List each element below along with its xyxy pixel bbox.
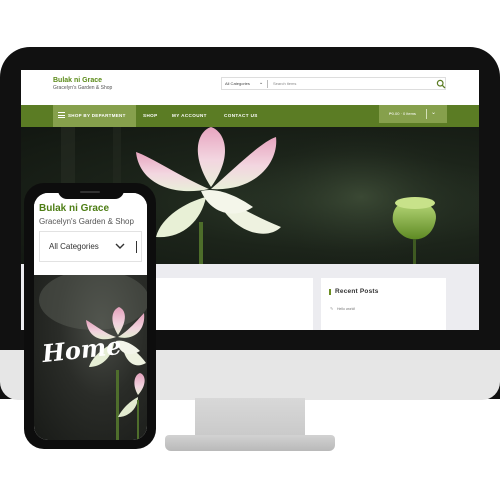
recent-posts-widget: Recent Posts ✎ Hello world!	[321, 278, 446, 330]
cart-button[interactable]: ₱0.00 · 0 items ⌄	[379, 105, 447, 123]
nav-contact-us[interactable]: CONTACT US	[224, 113, 258, 118]
search-input[interactable]: Search items	[273, 81, 296, 86]
mobile-site-tagline: Gracelyn's Garden & Shop	[39, 217, 134, 226]
site-title[interactable]: Bulak ni Grace	[53, 77, 102, 84]
mobile-hero: Home	[34, 275, 147, 440]
shop-by-department-button[interactable]: SHOP BY DEPARTMENT	[53, 105, 136, 127]
mobile-screen: Bulak ni Grace Gracelyn's Garden & Shop …	[34, 193, 147, 440]
chevron-down-icon	[115, 243, 125, 249]
hamburger-icon	[58, 112, 65, 118]
mobile-site-title[interactable]: Bulak ni Grace	[39, 203, 109, 214]
widget-title: Recent Posts	[335, 288, 379, 295]
mobile-category-select[interactable]: All Categories	[39, 231, 142, 262]
main-content-card	[153, 278, 313, 330]
chevron-down-icon: ⌄	[431, 110, 437, 116]
pin-icon: ✎	[330, 306, 334, 311]
chevron-down-icon[interactable]: ⌄	[259, 80, 263, 86]
site-tagline: Gracelyn's Garden & Shop	[53, 85, 113, 91]
mobile-header: Bulak ni Grace Gracelyn's Garden & Shop …	[34, 193, 147, 277]
nav-shop[interactable]: SHOP	[143, 113, 158, 118]
site-header: Bulak ni Grace Gracelyn's Garden & Shop …	[21, 70, 479, 106]
recent-post-link[interactable]: Hello world!	[337, 307, 355, 311]
text-caret	[136, 241, 137, 253]
monitor-stand-neck	[195, 398, 305, 438]
widget-accent-bar	[329, 289, 331, 295]
phone-notch	[58, 188, 124, 199]
search-icon[interactable]	[436, 79, 446, 89]
cart-divider	[426, 109, 427, 119]
monitor-stand-base	[165, 435, 335, 451]
nav-my-account[interactable]: MY ACCOUNT	[172, 113, 207, 118]
main-navigation: SHOP BY DEPARTMENT SHOP MY ACCOUNT CONTA…	[21, 105, 479, 127]
search-bar: All Categories ⌄ Search items	[221, 77, 446, 90]
cart-summary: ₱0.00 · 0 items	[389, 111, 416, 116]
department-label: SHOP BY DEPARTMENT	[68, 113, 126, 118]
search-divider	[267, 80, 268, 88]
category-select[interactable]: All Categories	[225, 81, 250, 86]
mobile-category-label: All Categories	[49, 242, 99, 251]
phone-speaker	[80, 191, 100, 193]
